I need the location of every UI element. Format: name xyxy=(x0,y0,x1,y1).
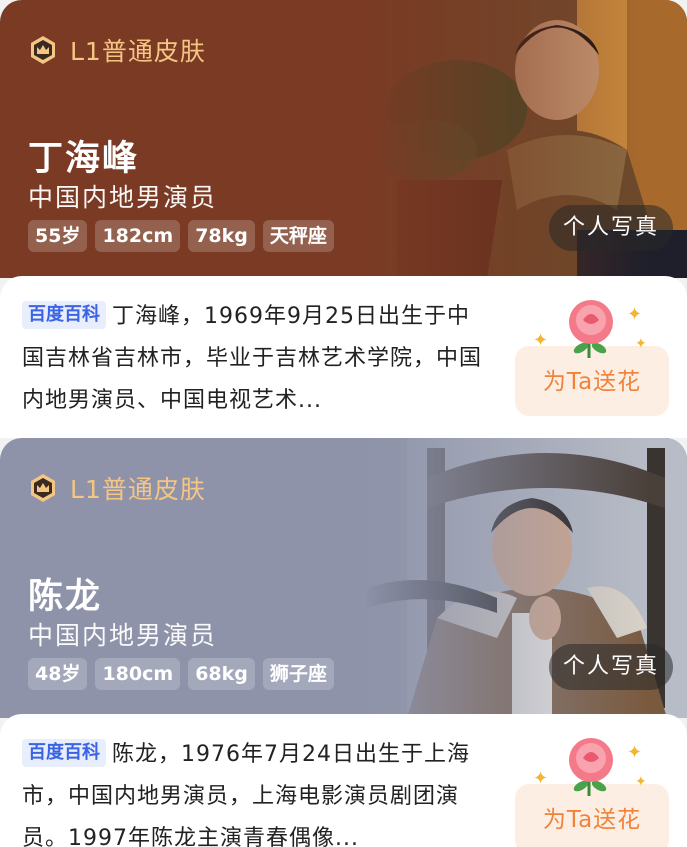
age-tag: 55岁 xyxy=(28,220,88,252)
celebrity-card-2[interactable]: L1普通皮肤 陈龙 中国内地男演员 48岁 180cm 68kg 狮子座 个人写… xyxy=(0,438,687,847)
personal-photos-button[interactable]: 个人写真 xyxy=(548,644,673,690)
crown-badge-icon xyxy=(31,36,55,64)
rose-icon xyxy=(569,300,613,358)
height-tag: 182cm xyxy=(95,220,181,252)
description-panel: 百度百科 陈龙，1976年7月24日出生于上海市，中国内地男演员，上海电影演员剧团… xyxy=(0,714,687,847)
celebrity-name: 丁海峰 xyxy=(28,139,140,179)
sparkle-icon: ✦ xyxy=(533,330,549,351)
sparkle-icon: ✦ xyxy=(627,742,643,763)
sparkle-icon: ✦ xyxy=(627,304,643,325)
description-text[interactable]: 百度百科 丁海峰，1969年9月25日出生于中国吉林省吉林市，毕业于吉林艺术学院，… xyxy=(22,296,492,422)
sparkle-icon: ✦ xyxy=(635,336,647,352)
sparkle-icon: ✦ xyxy=(533,768,549,789)
celebrity-banner[interactable]: L1普通皮肤 丁海峰 中国内地男演员 55岁 182cm 78kg 天秤座 个人… xyxy=(0,0,687,278)
celebrity-banner[interactable]: L1普通皮肤 陈龙 中国内地男演员 48岁 180cm 68kg 狮子座 个人写… xyxy=(0,438,687,718)
celebrity-occupation: 中国内地男演员 xyxy=(28,621,218,650)
sparkle-icon: ✦ xyxy=(635,774,647,790)
attribute-tags: 55岁 182cm 78kg 天秤座 xyxy=(28,220,342,252)
personal-photos-button[interactable]: 个人写真 xyxy=(548,205,673,251)
baidu-baike-badge[interactable]: 百度百科 xyxy=(22,739,106,767)
height-tag: 180cm xyxy=(95,658,181,690)
skin-tag[interactable]: L1普通皮肤 xyxy=(28,32,206,68)
weight-tag: 78kg xyxy=(188,220,255,252)
skin-label: L1普通皮肤 xyxy=(70,475,206,504)
baidu-baike-badge[interactable]: 百度百科 xyxy=(22,301,106,329)
description-text[interactable]: 百度百科 陈龙，1976年7月24日出生于上海市，中国内地男演员，上海电影演员剧团… xyxy=(22,734,492,847)
send-flower-widget[interactable]: 为Ta送花 ✦ ✦ ✦ xyxy=(515,296,669,416)
celebrity-name: 陈龙 xyxy=(28,577,103,617)
send-flower-widget[interactable]: 为Ta送花 ✦ ✦ ✦ xyxy=(515,734,669,847)
skin-label: L1普通皮肤 xyxy=(70,37,206,66)
age-tag: 48岁 xyxy=(28,658,88,690)
celebrity-card-1[interactable]: L1普通皮肤 丁海峰 中国内地男演员 55岁 182cm 78kg 天秤座 个人… xyxy=(0,0,687,438)
rose-icon xyxy=(569,738,613,796)
attribute-tags: 48岁 180cm 68kg 狮子座 xyxy=(28,658,342,690)
description-panel: 百度百科 丁海峰，1969年9月25日出生于中国吉林省吉林市，毕业于吉林艺术学院，… xyxy=(0,276,687,438)
celebrity-occupation: 中国内地男演员 xyxy=(28,183,218,212)
zodiac-tag: 天秤座 xyxy=(262,220,334,252)
skin-tag[interactable]: L1普通皮肤 xyxy=(28,470,206,506)
zodiac-tag: 狮子座 xyxy=(262,658,334,690)
weight-tag: 68kg xyxy=(188,658,255,690)
crown-badge-icon xyxy=(31,474,55,502)
